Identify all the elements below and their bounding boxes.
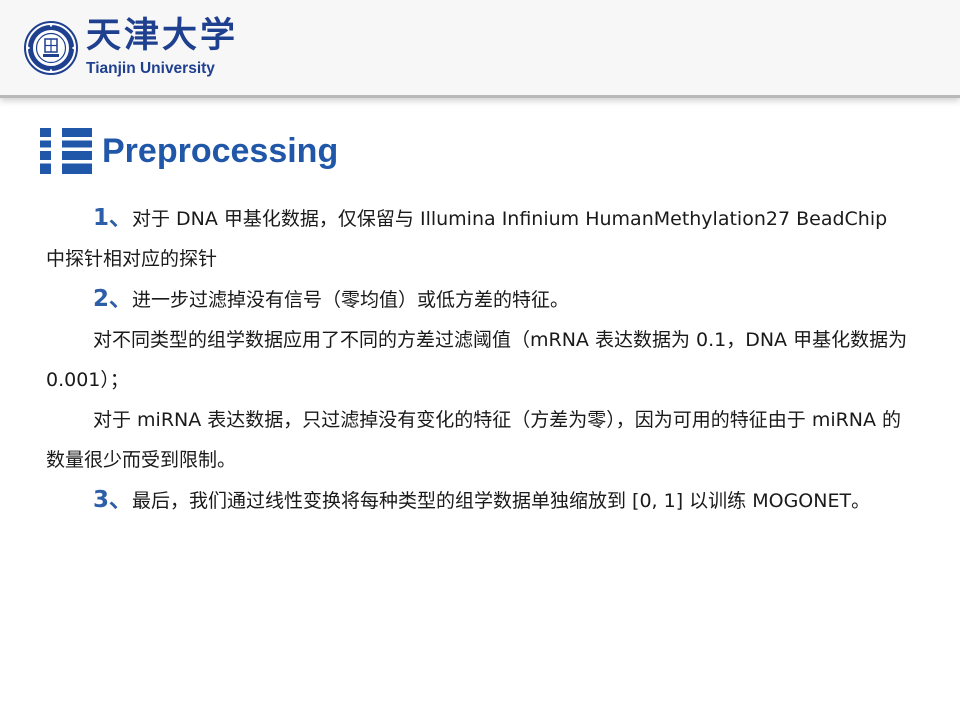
logo-english-name: Tianjin University xyxy=(86,60,215,77)
university-logo: 天津大学 Tianjin University xyxy=(86,12,246,78)
item-number-2: 2、 xyxy=(93,286,133,312)
item-number-1: 1、 xyxy=(93,205,133,231)
paragraph-2a-text: 对不同类型的组学数据应用了不同的方差过滤阈值（mRNA 表达数据为 0.1，DN… xyxy=(46,329,908,391)
item-number-3: 3、 xyxy=(93,487,133,513)
paragraph-1-text: 对于 DNA 甲基化数据，仅保留与 Illumina Infinium Huma… xyxy=(46,208,888,270)
finnish-cross-icon xyxy=(40,128,92,174)
slide-title: Preprocessing xyxy=(102,132,339,170)
paragraph-2b: 对于 miRNA 表达数据，只过滤掉没有变化的特征（方差为零），因为可用的特征由… xyxy=(46,400,908,480)
paragraph-2: 2、进一步过滤掉没有信号（零均值）或低方差的特征。 xyxy=(46,279,908,320)
university-seal-icon xyxy=(24,21,78,75)
paragraph-2-text: 进一步过滤掉没有信号（零均值）或低方差的特征。 xyxy=(132,289,570,311)
paragraph-1: 1、对于 DNA 甲基化数据，仅保留与 Illumina Infinium Hu… xyxy=(46,198,908,279)
paragraph-3-text: 最后，我们通过线性变换将每种类型的组学数据单独缩放到 [0, 1] 以训练 MO… xyxy=(132,490,871,512)
slide-body: 1、对于 DNA 甲基化数据，仅保留与 Illumina Infinium Hu… xyxy=(46,198,908,521)
slide-header: 天津大学 Tianjin University xyxy=(0,0,960,98)
paragraph-2b-text: 对于 miRNA 表达数据，只过滤掉没有变化的特征（方差为零），因为可用的特征由… xyxy=(46,409,902,471)
logo-chinese-name: 天津大学 xyxy=(86,15,239,56)
paragraph-2a: 对不同类型的组学数据应用了不同的方差过滤阈值（mRNA 表达数据为 0.1，DN… xyxy=(46,320,908,400)
paragraph-3: 3、最后，我们通过线性变换将每种类型的组学数据单独缩放到 [0, 1] 以训练 … xyxy=(46,480,908,521)
